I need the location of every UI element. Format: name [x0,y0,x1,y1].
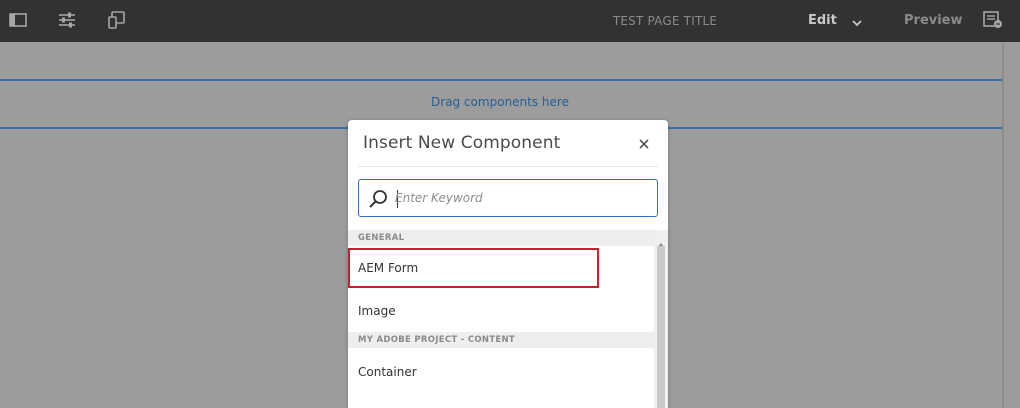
dialog-divider [358,166,658,167]
component-item-aem-form[interactable]: AEM Form [348,248,599,288]
page-info-icon[interactable] [982,10,1004,30]
chevron-down-icon[interactable] [850,15,864,27]
search-field[interactable] [358,179,658,217]
group-header: MY ADOBE PROJECT - CONTENT [348,332,654,348]
close-icon[interactable] [636,136,652,152]
component-item-container[interactable]: Container [348,352,652,392]
editor-toolbar: TEST PAGE TITLE Edit Preview [0,0,1020,42]
insert-component-dialog: Insert New Component GENERAL AEM Form Im… [348,120,668,408]
page-title: TEST PAGE TITLE [612,14,718,28]
preview-button[interactable]: Preview [904,0,963,42]
search-input[interactable] [395,184,650,212]
emulator-icon[interactable] [106,10,128,30]
side-panel-icon[interactable] [7,10,29,30]
search-icon [368,189,388,209]
edit-mode-button[interactable]: Edit [808,0,837,42]
list-scrollbar[interactable] [654,230,668,408]
dialog-title: Insert New Component [363,133,561,153]
scroll-up-arrow-icon[interactable] [657,233,665,248]
dropzone-placeholder[interactable]: Drag components here [0,95,1000,109]
component-list[interactable]: GENERAL AEM Form Image MY ADOBE PROJECT … [348,230,654,408]
properties-icon[interactable] [56,10,78,30]
component-item-image[interactable]: Image [348,291,652,331]
group-header: GENERAL [348,230,654,246]
canvas-edge [1002,42,1004,408]
scrollbar-thumb[interactable] [657,246,665,408]
dropzone-border-top [0,79,1004,81]
